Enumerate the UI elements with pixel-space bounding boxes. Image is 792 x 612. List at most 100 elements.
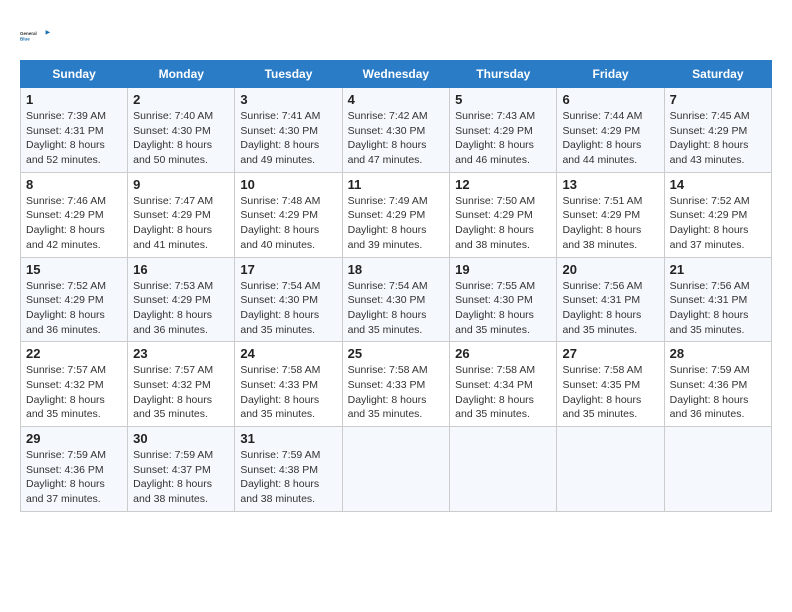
day-number: 2 [133,92,229,107]
day-info: Sunrise: 7:58 AM Sunset: 4:35 PM Dayligh… [562,363,658,422]
calendar-cell: 1Sunrise: 7:39 AM Sunset: 4:31 PM Daylig… [21,88,128,173]
calendar-cell: 7Sunrise: 7:45 AM Sunset: 4:29 PM Daylig… [664,88,771,173]
day-number: 29 [26,431,122,446]
day-number: 19 [455,262,551,277]
calendar-cell: 18 Sunrise: 7:54 AM Sunset: 4:30 PM Dayli… [342,257,450,342]
day-number: 26 [455,346,551,361]
day-info: Sunrise: 7:58 AM Sunset: 4:34 PM Dayligh… [455,363,551,422]
day-info: Sunrise: 7:43 AM Sunset: 4:29 PM Dayligh… [455,109,551,168]
calendar-cell: 17 Sunrise: 7:54 AM Sunset: 4:30 PM Dayli… [235,257,342,342]
week-row-2: 8 Sunrise: 7:46 AM Sunset: 4:29 PM Daylig… [21,172,772,257]
calendar-cell: 29 Sunrise: 7:59 AM Sunset: 4:36 PM Dayli… [21,427,128,512]
column-header-friday: Friday [557,61,664,88]
day-number: 8 [26,177,122,192]
day-number: 18 [348,262,445,277]
day-info: Sunrise: 7:44 AM Sunset: 4:29 PM Dayligh… [562,109,658,168]
calendar-table: SundayMondayTuesdayWednesdayThursdayFrid… [20,60,772,512]
calendar-cell: 14 Sunrise: 7:52 AM Sunset: 4:29 PM Dayli… [664,172,771,257]
calendar-cell: 31Sunrise: 7:59 AM Sunset: 4:38 PM Dayli… [235,427,342,512]
calendar-cell: 10Sunrise: 7:48 AM Sunset: 4:29 PM Dayli… [235,172,342,257]
day-info: Sunrise: 7:56 AM Sunset: 4:31 PM Dayligh… [562,279,658,338]
day-number: 30 [133,431,229,446]
day-info: Sunrise: 7:47 AM Sunset: 4:29 PM Dayligh… [133,194,229,253]
calendar-cell: 12 Sunrise: 7:50 AM Sunset: 4:29 PM Dayli… [450,172,557,257]
day-info: Sunrise: 7:54 AM Sunset: 4:30 PM Dayligh… [240,279,336,338]
day-number: 15 [26,262,122,277]
calendar-cell: 15 Sunrise: 7:52 AM Sunset: 4:29 PM Dayli… [21,257,128,342]
day-number: 25 [348,346,445,361]
calendar-cell [557,427,664,512]
calendar-cell: 19 Sunrise: 7:55 AM Sunset: 4:30 PM Dayli… [450,257,557,342]
day-info: Sunrise: 7:52 AM Sunset: 4:29 PM Dayligh… [670,194,766,253]
day-number: 28 [670,346,766,361]
day-number: 22 [26,346,122,361]
day-number: 4 [348,92,445,107]
day-info: Sunrise: 7:42 AM Sunset: 4:30 PM Dayligh… [348,109,445,168]
day-number: 6 [562,92,658,107]
day-number: 10 [240,177,336,192]
calendar-body: 1Sunrise: 7:39 AM Sunset: 4:31 PM Daylig… [21,88,772,512]
day-info: Sunrise: 7:49 AM Sunset: 4:29 PM Dayligh… [348,194,445,253]
calendar-cell: 9 Sunrise: 7:47 AM Sunset: 4:29 PM Daylig… [128,172,235,257]
calendar-cell: 21Sunrise: 7:56 AM Sunset: 4:31 PM Dayli… [664,257,771,342]
calendar-cell: 27 Sunrise: 7:58 AM Sunset: 4:35 PM Dayli… [557,342,664,427]
day-info: Sunrise: 7:51 AM Sunset: 4:29 PM Dayligh… [562,194,658,253]
calendar-cell: 6 Sunrise: 7:44 AM Sunset: 4:29 PM Daylig… [557,88,664,173]
day-info: Sunrise: 7:56 AM Sunset: 4:31 PM Dayligh… [670,279,766,338]
calendar-cell: 4 Sunrise: 7:42 AM Sunset: 4:30 PM Daylig… [342,88,450,173]
week-row-1: 1Sunrise: 7:39 AM Sunset: 4:31 PM Daylig… [21,88,772,173]
day-number: 27 [562,346,658,361]
day-info: Sunrise: 7:55 AM Sunset: 4:30 PM Dayligh… [455,279,551,338]
day-info: Sunrise: 7:58 AM Sunset: 4:33 PM Dayligh… [348,363,445,422]
week-row-4: 22 Sunrise: 7:57 AM Sunset: 4:32 PM Dayli… [21,342,772,427]
calendar-cell: 16 Sunrise: 7:53 AM Sunset: 4:29 PM Dayli… [128,257,235,342]
calendar-cell: 24 Sunrise: 7:58 AM Sunset: 4:33 PM Dayli… [235,342,342,427]
column-header-monday: Monday [128,61,235,88]
day-info: Sunrise: 7:59 AM Sunset: 4:37 PM Dayligh… [133,448,229,507]
logo-icon: General Blue [20,20,52,52]
day-info: Sunrise: 7:57 AM Sunset: 4:32 PM Dayligh… [133,363,229,422]
calendar-cell [450,427,557,512]
calendar-cell: 3Sunrise: 7:41 AM Sunset: 4:30 PM Daylig… [235,88,342,173]
day-info: Sunrise: 7:54 AM Sunset: 4:30 PM Dayligh… [348,279,445,338]
day-info: Sunrise: 7:57 AM Sunset: 4:32 PM Dayligh… [26,363,122,422]
calendar-cell [342,427,450,512]
day-number: 7 [670,92,766,107]
day-number: 5 [455,92,551,107]
day-info: Sunrise: 7:53 AM Sunset: 4:29 PM Dayligh… [133,279,229,338]
day-number: 11 [348,177,445,192]
calendar-cell: 30 Sunrise: 7:59 AM Sunset: 4:37 PM Dayli… [128,427,235,512]
day-number: 9 [133,177,229,192]
day-info: Sunrise: 7:59 AM Sunset: 4:36 PM Dayligh… [670,363,766,422]
day-number: 24 [240,346,336,361]
calendar-cell: 26 Sunrise: 7:58 AM Sunset: 4:34 PM Dayli… [450,342,557,427]
day-info: Sunrise: 7:40 AM Sunset: 4:30 PM Dayligh… [133,109,229,168]
day-number: 13 [562,177,658,192]
calendar-cell: 8 Sunrise: 7:46 AM Sunset: 4:29 PM Daylig… [21,172,128,257]
day-number: 12 [455,177,551,192]
column-header-wednesday: Wednesday [342,61,450,88]
calendar-cell: 5 Sunrise: 7:43 AM Sunset: 4:29 PM Daylig… [450,88,557,173]
column-header-tuesday: Tuesday [235,61,342,88]
day-info: Sunrise: 7:59 AM Sunset: 4:38 PM Dayligh… [240,448,336,507]
logo: General Blue [20,20,52,52]
svg-text:Blue: Blue [20,37,30,42]
day-number: 14 [670,177,766,192]
day-info: Sunrise: 7:52 AM Sunset: 4:29 PM Dayligh… [26,279,122,338]
day-number: 20 [562,262,658,277]
day-info: Sunrise: 7:59 AM Sunset: 4:36 PM Dayligh… [26,448,122,507]
calendar-cell: 28 Sunrise: 7:59 AM Sunset: 4:36 PM Dayli… [664,342,771,427]
svg-text:General: General [20,31,37,36]
week-row-5: 29 Sunrise: 7:59 AM Sunset: 4:36 PM Dayli… [21,427,772,512]
calendar-cell: 25 Sunrise: 7:58 AM Sunset: 4:33 PM Dayli… [342,342,450,427]
day-info: Sunrise: 7:58 AM Sunset: 4:33 PM Dayligh… [240,363,336,422]
calendar-cell: 11 Sunrise: 7:49 AM Sunset: 4:29 PM Dayli… [342,172,450,257]
calendar-cell [664,427,771,512]
day-info: Sunrise: 7:46 AM Sunset: 4:29 PM Dayligh… [26,194,122,253]
day-info: Sunrise: 7:50 AM Sunset: 4:29 PM Dayligh… [455,194,551,253]
day-number: 17 [240,262,336,277]
calendar-cell: 2 Sunrise: 7:40 AM Sunset: 4:30 PM Daylig… [128,88,235,173]
calendar-header: SundayMondayTuesdayWednesdayThursdayFrid… [21,61,772,88]
day-info: Sunrise: 7:41 AM Sunset: 4:30 PM Dayligh… [240,109,336,168]
day-number: 16 [133,262,229,277]
